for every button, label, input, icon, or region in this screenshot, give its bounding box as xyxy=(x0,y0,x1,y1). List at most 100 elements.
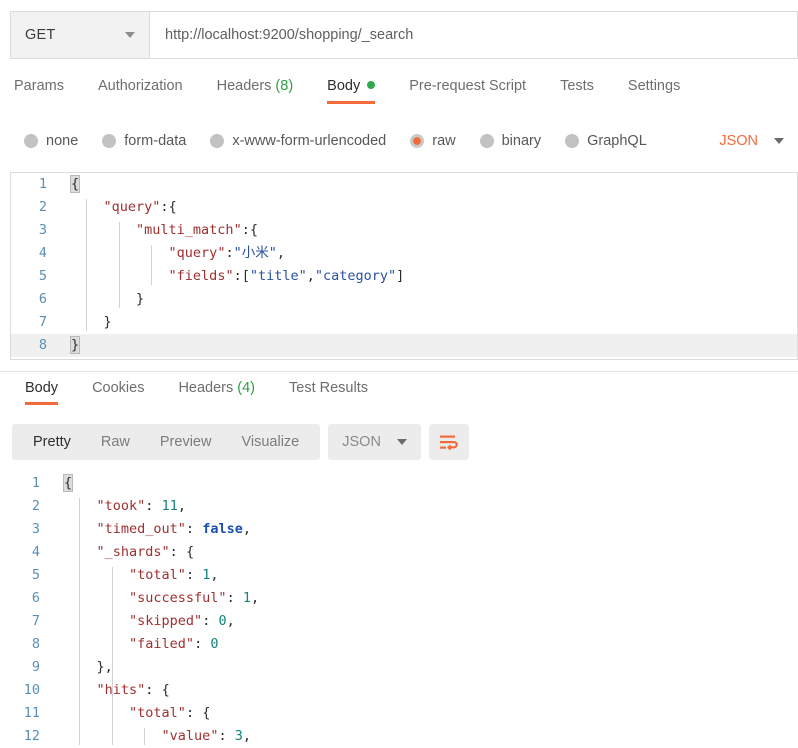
code-line-content: { xyxy=(52,472,798,495)
body-mode-radio-binary[interactable]: binary xyxy=(479,133,541,149)
body-mode-radio-raw[interactable]: raw xyxy=(410,133,456,149)
code-token: , xyxy=(276,245,285,261)
line-number: 10 xyxy=(23,682,40,698)
code-token: : xyxy=(225,245,234,261)
line-number: 6 xyxy=(31,590,40,606)
request-tab-pre-request-script[interactable]: Pre-request Script xyxy=(409,74,526,104)
line-number: 4 xyxy=(38,245,47,261)
code-token: : xyxy=(145,682,162,698)
active-tab-underline xyxy=(327,101,376,104)
code-token: : xyxy=(218,728,235,744)
code-token: : xyxy=(226,590,243,606)
code-token: :[ xyxy=(233,268,250,284)
code-line: 2 "query":{ xyxy=(11,196,797,219)
request-tab-settings[interactable]: Settings xyxy=(628,74,680,104)
tab-label: Body xyxy=(25,380,59,396)
code-line: 1{ xyxy=(11,173,797,196)
body-content-type-selector[interactable]: JSON xyxy=(719,133,798,149)
code-line-content: "hits": { xyxy=(52,679,798,702)
code-token: "title" xyxy=(249,268,307,284)
code-line: 10 "hits": { xyxy=(0,679,798,702)
code-line: 3 "timed_out": false, xyxy=(0,518,798,541)
code-line: 2 "took": 11, xyxy=(0,495,798,518)
request-tab-tests[interactable]: Tests xyxy=(560,74,594,104)
request-url-input[interactable]: http://localhost:9200/shopping/_search xyxy=(150,11,798,59)
code-line: 5 "total": 1, xyxy=(0,564,798,587)
code-token: "hits" xyxy=(96,682,146,698)
response-tab-cookies[interactable]: Cookies xyxy=(92,378,144,405)
chevron-down-icon[interactable] xyxy=(125,32,135,38)
radio-label: x-www-form-urlencoded xyxy=(232,133,387,149)
response-tab-headers[interactable]: Headers (4) xyxy=(178,378,255,405)
code-token: , xyxy=(242,728,251,744)
radio-unselected-icon xyxy=(210,134,225,148)
code-line: 4 "_shards": { xyxy=(0,541,798,564)
http-method-label: GET xyxy=(25,27,56,43)
body-mode-radio-x-www-form-urlencoded[interactable]: x-www-form-urlencoded xyxy=(210,133,386,149)
response-code-area[interactable]: 1{2 "took": 11, 3 "timed_out": false, 4 "_… xyxy=(0,472,798,748)
line-number: 3 xyxy=(38,222,47,238)
line-number: 11 xyxy=(23,705,40,721)
code-line-content: "query":"小米", xyxy=(59,242,797,265)
code-line: 8 "failed": 0 xyxy=(0,633,798,656)
code-token: { xyxy=(69,175,81,193)
request-tab-authorization[interactable]: Authorization xyxy=(98,74,183,104)
code-line: 5 "fields":["title","category"] xyxy=(11,265,797,288)
response-view-raw[interactable]: Raw xyxy=(86,424,145,460)
code-token: { xyxy=(168,199,177,215)
response-view-controls: Pretty Raw Preview Visualize JSON xyxy=(12,424,469,460)
request-tab-body[interactable]: Body xyxy=(327,74,376,104)
code-token: : xyxy=(194,636,211,652)
code-token: , xyxy=(177,498,186,514)
code-line: 6 "successful": 1, xyxy=(0,587,798,610)
line-number: 7 xyxy=(38,314,47,330)
response-tab-body[interactable]: Body xyxy=(25,378,59,405)
tab-label: Test Results xyxy=(289,380,368,396)
request-url-value: http://localhost:9200/shopping/_search xyxy=(165,27,414,43)
tab-label: Params xyxy=(14,78,64,94)
code-token: } xyxy=(136,291,145,307)
code-line-content: } xyxy=(59,311,797,334)
code-line: 6 } xyxy=(11,288,797,311)
content-type-label[interactable]: JSON xyxy=(719,133,758,149)
code-token: "小米" xyxy=(233,245,277,261)
code-line-content: "_shards": { xyxy=(52,541,798,564)
response-view-preview[interactable]: Preview xyxy=(145,424,227,460)
code-token: "value" xyxy=(161,728,219,744)
word-wrap-toggle[interactable] xyxy=(428,424,469,460)
request-tab-params[interactable]: Params xyxy=(14,74,64,104)
radio-label: raw xyxy=(432,133,456,149)
code-token: : xyxy=(185,521,203,537)
body-mode-radio-none[interactable]: none xyxy=(24,133,78,149)
code-line: 3 "multi_match":{ xyxy=(11,219,797,242)
body-mode-radio-graphql[interactable]: GraphQL xyxy=(565,133,647,149)
line-number: 2 xyxy=(38,199,47,215)
line-number: 7 xyxy=(31,613,40,629)
response-view-segmented-control: Pretty Raw Preview Visualize xyxy=(12,424,321,460)
code-token: : xyxy=(145,498,162,514)
code-token: , xyxy=(242,521,251,537)
chevron-down-icon[interactable] xyxy=(774,138,784,144)
response-format-label: JSON xyxy=(342,434,381,450)
code-line: 7 "skipped": 0, xyxy=(0,610,798,633)
code-line: 7 } xyxy=(11,311,797,334)
line-number: 5 xyxy=(31,567,40,583)
request-body-editor[interactable]: 1{2 "query":{3 "multi_match":{ 4 "query":… xyxy=(10,172,798,360)
response-view-visualize[interactable]: Visualize xyxy=(226,424,314,460)
code-token: "took" xyxy=(96,498,146,514)
radio-unselected-icon xyxy=(24,134,38,148)
response-format-selector[interactable]: JSON xyxy=(328,424,421,460)
http-method-selector[interactable]: GET xyxy=(10,11,150,59)
code-line-content: "total": { xyxy=(52,702,798,725)
response-tab-test-results[interactable]: Test Results xyxy=(289,378,368,405)
response-body-editor[interactable]: 1{2 "took": 11, 3 "timed_out": false, 4 "_… xyxy=(0,472,798,748)
code-token: "total" xyxy=(129,567,186,583)
line-number: 9 xyxy=(31,659,40,675)
body-mode-radio-form-data[interactable]: form-data xyxy=(102,133,186,149)
radio-label: form-data xyxy=(124,133,187,149)
request-code-area[interactable]: 1{2 "query":{3 "multi_match":{ 4 "query":… xyxy=(11,173,797,359)
request-tab-headers[interactable]: Headers (8) xyxy=(217,74,294,104)
tab-label: Headers xyxy=(178,380,234,396)
response-view-pretty[interactable]: Pretty xyxy=(18,424,86,460)
chevron-down-icon[interactable] xyxy=(396,439,407,445)
